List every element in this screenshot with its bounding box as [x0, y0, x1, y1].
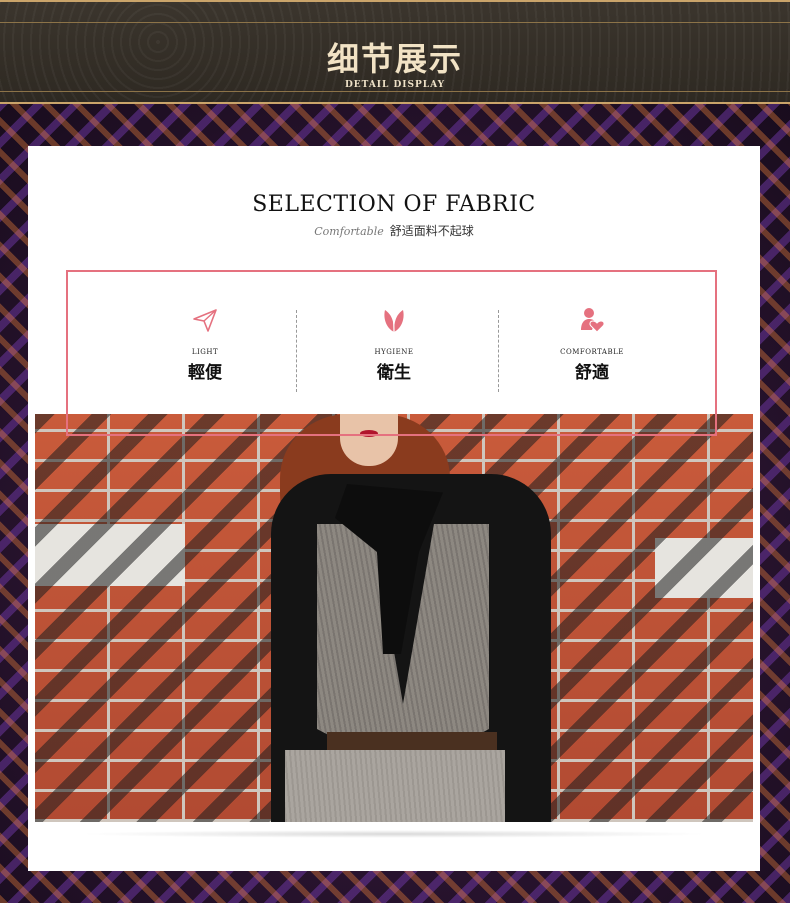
feature-comfortable: COMFORTABLE 舒適 — [532, 306, 652, 383]
paper-plane-icon — [193, 309, 217, 332]
fabric-subtitle-row: Comfortable 舒适面料不起球 — [28, 222, 760, 239]
feature-hygiene: HYGIENE 衛生 — [334, 306, 454, 383]
model-pants — [285, 750, 505, 822]
leaf-icon — [384, 310, 404, 333]
feature-en-label: LIGHT — [191, 348, 219, 356]
header-title: 细节展示 — [326, 40, 463, 78]
feature-en-label: HYGIENE — [374, 348, 414, 356]
feature-en-label: COMFORTABLE — [560, 348, 624, 356]
header-banner: 细节展示 DETAIL DISPLAY — [0, 0, 790, 104]
header-subtitle: DETAIL DISPLAY — [344, 80, 446, 90]
feature-light: LIGHT 輕便 — [145, 306, 265, 383]
model-photo — [35, 414, 753, 822]
person-heart-icon — [581, 308, 605, 333]
fabric-subtitle: 舒适面料不起球 — [389, 224, 474, 238]
feature-cn-label: 衛生 — [377, 363, 411, 383]
divider — [296, 310, 297, 392]
fabric-script-word: Comfortable — [314, 225, 384, 238]
feature-cn-label: 舒適 — [575, 363, 609, 383]
content-panel: SELECTION OF FABRIC Comfortable 舒适面料不起球 — [28, 146, 760, 871]
photo-shadow — [78, 830, 710, 838]
feature-box: LIGHT 輕便 HYGIENE 衛生 COMFORTABLE 舒適 — [66, 270, 717, 436]
fabric-title: SELECTION OF FABRIC — [252, 192, 536, 217]
divider — [498, 310, 499, 392]
feature-cn-label: 輕便 — [188, 363, 222, 383]
model-belt — [327, 732, 497, 750]
